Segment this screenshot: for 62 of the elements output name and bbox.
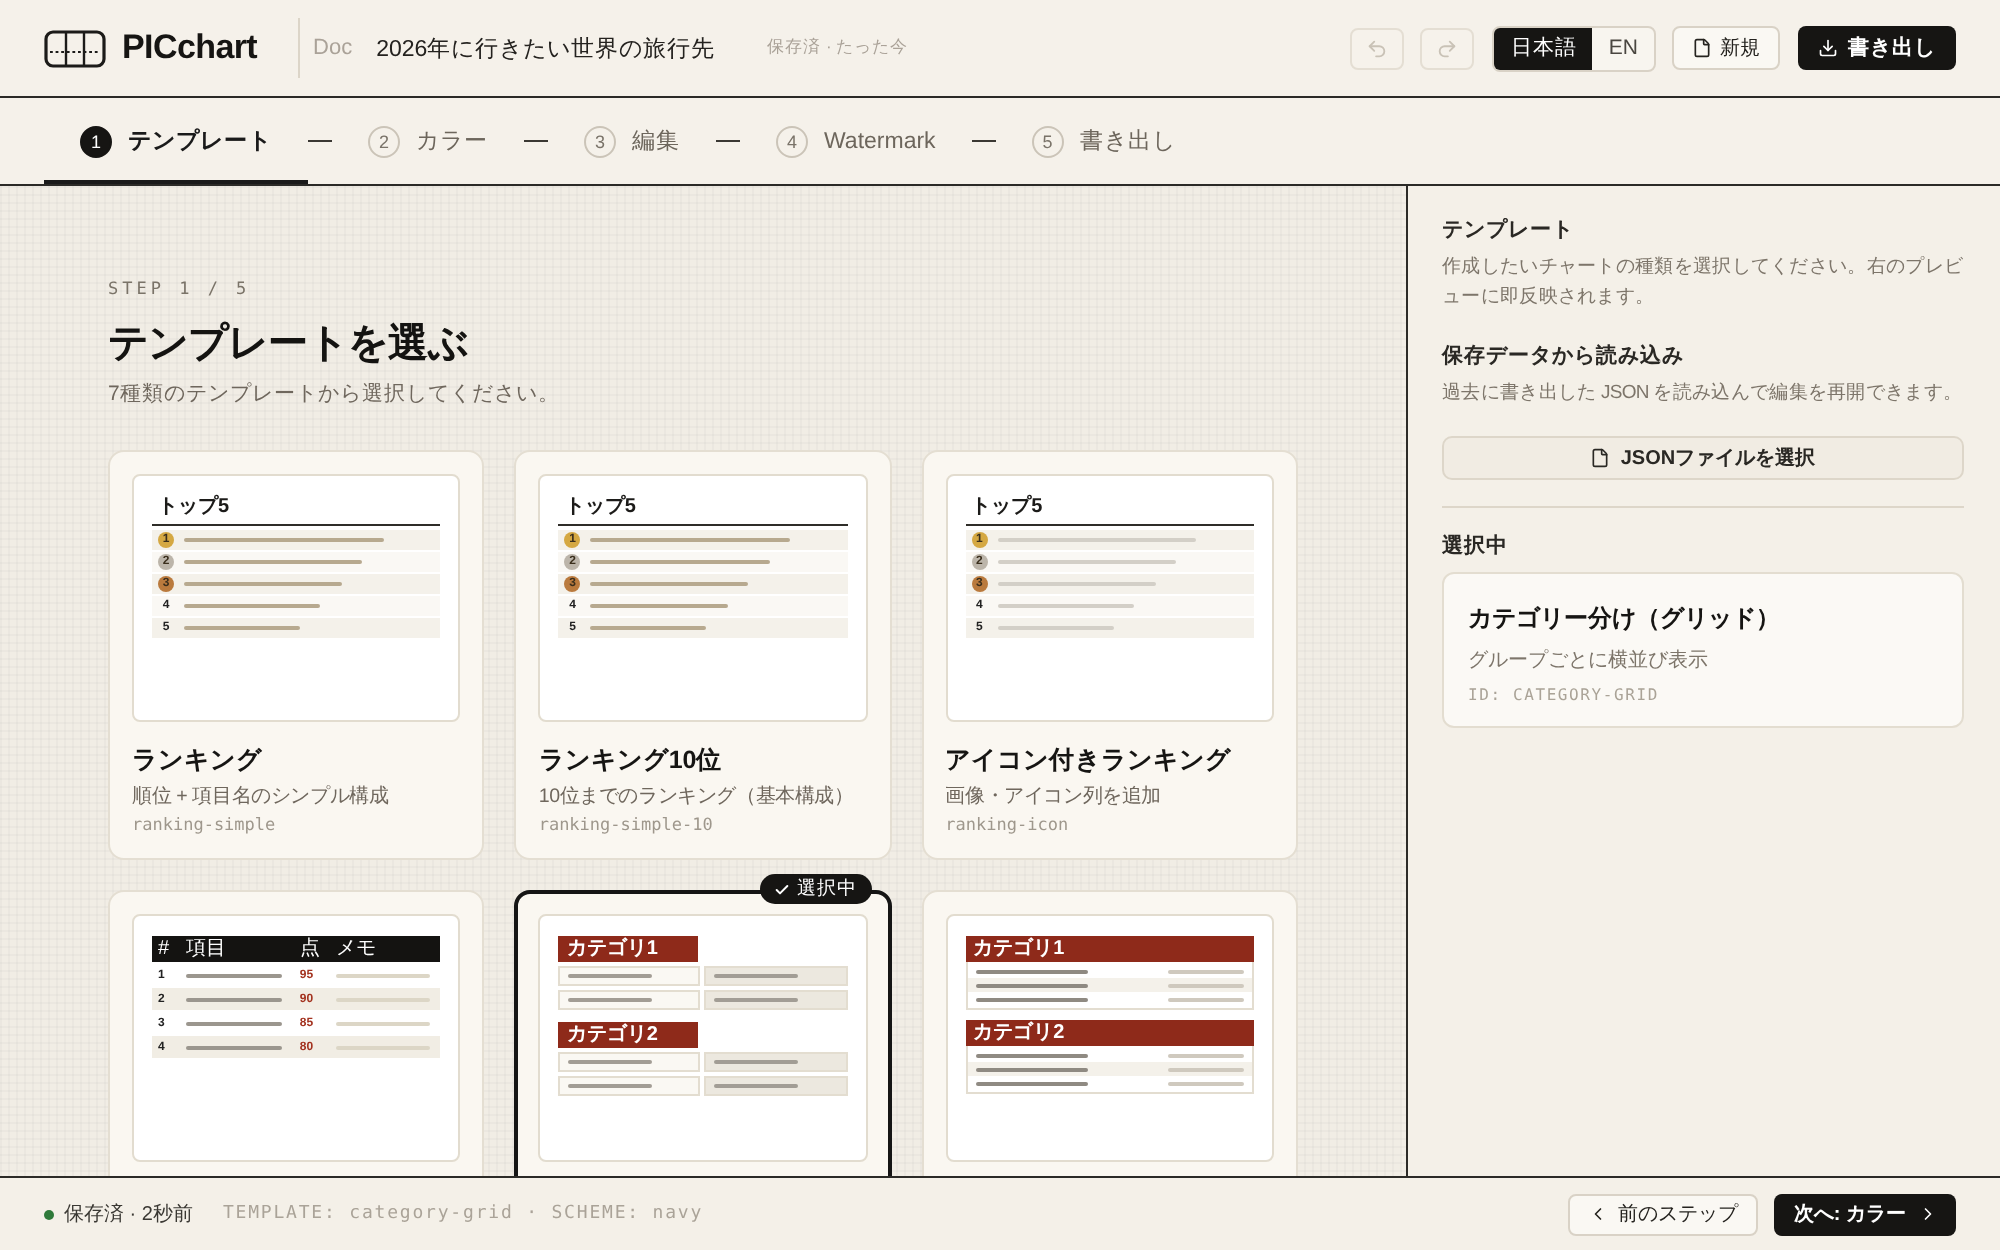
selected-description: グループごとに横並び表示 — [1468, 647, 1710, 675]
template-description: 10位までのランキング（基本構成） — [538, 784, 856, 810]
status-dot-icon — [44, 1209, 54, 1219]
new-button[interactable]: 新規 — [1672, 26, 1780, 70]
doc-label: Doc — [313, 36, 353, 60]
template-card[interactable]: カテゴリ1 カテゴリ2 — [921, 890, 1298, 1176]
document-title: 2026年に行きたい世界の旅行先 — [376, 35, 716, 63]
template-title: ランキング10位 — [538, 744, 725, 778]
file-select-button[interactable]: JSONファイルを選択 — [1442, 436, 1964, 481]
redo-icon — [1436, 37, 1459, 59]
page-subtitle: 7種類のテンプレートから選択してください。 — [108, 380, 562, 408]
template-id: ranking-icon — [945, 816, 1071, 836]
save-status: 保存済 · 2秒前 — [64, 1201, 193, 1228]
section-text: 過去に書き出した JSON を読み込んで編集を再開できます。 — [1442, 380, 1964, 409]
language-option[interactable]: EN — [1592, 27, 1654, 69]
app-logo: PICchart — [122, 28, 258, 68]
preview-heading: トップ5 — [965, 496, 1254, 526]
step-number: 2 — [368, 125, 400, 157]
step-number: 4 — [776, 125, 808, 157]
save-status: 保存済 · たった今 — [767, 36, 909, 60]
logo-icon — [44, 29, 106, 67]
template-id: ranking-simple — [132, 816, 278, 836]
selected-id: ID: CATEGORY-GRID — [1468, 686, 1661, 705]
language-option[interactable]: 日本語 — [1494, 27, 1593, 69]
column-heading: メモ — [335, 939, 378, 959]
section-heading: テンプレート — [1442, 216, 1576, 244]
page-title: テンプレートを選ぶ — [108, 319, 470, 370]
next-button[interactable]: 次へ: カラー — [1773, 1193, 1956, 1235]
step-tab[interactable]: 5 書き出し — [995, 98, 1212, 184]
column-heading: # — [158, 939, 172, 959]
preview-heading: トップ5 — [152, 496, 441, 526]
step-number: 3 — [584, 125, 616, 157]
category-band: カテゴリ1 — [965, 936, 1254, 962]
column-heading: 項目 — [186, 939, 228, 959]
file-icon — [1590, 448, 1611, 469]
template-title: アイコン付きランキング — [945, 744, 1234, 778]
step-number: 5 — [1031, 125, 1064, 157]
step-tab[interactable]: 2 カラー — [332, 98, 524, 184]
template-description: 画像・アイコン列を追加 — [945, 784, 1163, 810]
check-icon — [773, 881, 790, 897]
previous-button[interactable]: 前のステップ — [1567, 1193, 1758, 1235]
step-tab[interactable]: 3 編集 — [548, 98, 716, 184]
file-icon — [1692, 38, 1712, 58]
selected-title: カテゴリー分け（グリッド） — [1468, 602, 1782, 637]
section-heading: 保存データから読み込み — [1442, 342, 1686, 371]
column-heading: 点 — [299, 939, 322, 959]
download-icon — [1818, 38, 1838, 58]
step-label: STEP 1 / 5 — [108, 280, 253, 300]
section-heading: 選択中 — [1442, 532, 1510, 561]
category-band: カテゴリ1 — [558, 936, 698, 962]
undo-icon — [1366, 37, 1389, 59]
category-band: カテゴリ2 — [558, 1022, 698, 1048]
step-number: 1 — [80, 125, 112, 157]
template-title: ランキング — [132, 744, 264, 778]
section-text: 作成したいチャートの種類を選択してください。右のプレビューに即反映されます。 — [1442, 254, 1964, 312]
preview-heading: トップ5 — [558, 496, 848, 526]
template-description: 順位 + 項目名のシンプル構成 — [132, 784, 391, 810]
export-button[interactable]: 書き出し — [1798, 26, 1956, 70]
template-id: ranking-simple-10 — [538, 816, 715, 836]
category-band: カテゴリ2 — [965, 1020, 1254, 1046]
step-tab[interactable]: 4 Watermark — [740, 98, 972, 184]
template-info: TEMPLATE: category-grid · SCHEME: navy — [222, 1204, 704, 1224]
